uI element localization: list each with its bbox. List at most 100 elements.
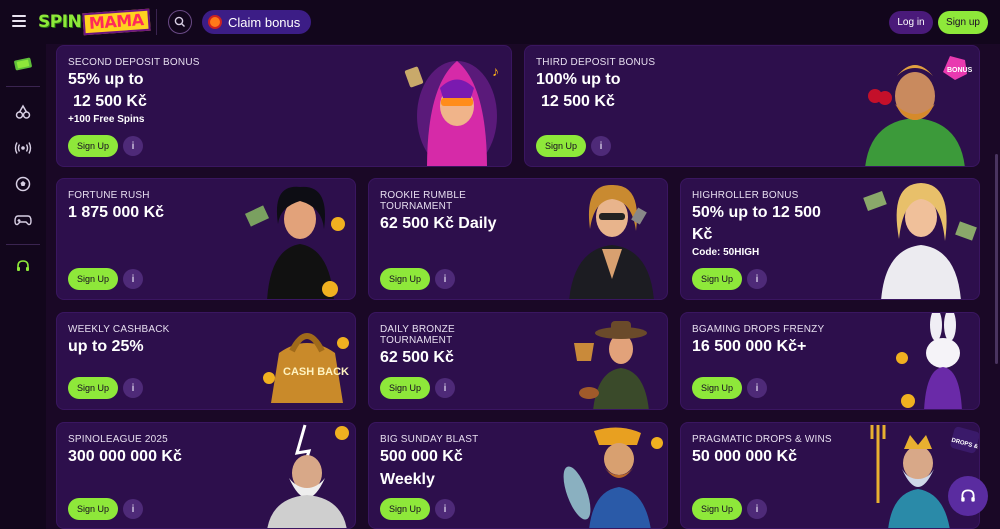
- cherry-icon[interactable]: [13, 102, 33, 122]
- info-icon[interactable]: i: [123, 269, 143, 289]
- sidebar: [0, 44, 46, 529]
- live-icon[interactable]: [13, 138, 33, 158]
- svg-text:♪: ♪: [492, 63, 499, 79]
- card-signup-button[interactable]: Sign Up: [536, 135, 586, 157]
- football-icon[interactable]: [13, 174, 33, 194]
- card-headline: up to 25%: [68, 338, 144, 355]
- info-icon[interactable]: i: [123, 136, 143, 156]
- info-icon[interactable]: i: [747, 269, 767, 289]
- promo-card-fortune-rush[interactable]: FORTUNE RUSH 1 875 000 Kč Sign Up i: [56, 178, 356, 300]
- card-promo-code: Code: 50HIGH: [692, 247, 760, 258]
- sidebar-separator: [6, 244, 40, 245]
- cashback-art-text: CASH BACK: [283, 366, 349, 378]
- card-title: SECOND DEPOSIT BONUS: [68, 57, 200, 68]
- card-title-line2: TOURNAMENT: [380, 201, 453, 212]
- logo-spin-text: SPIN: [38, 12, 82, 32]
- promo-card-highroller[interactable]: HIGHROLLER BONUS 50% up to 12 500 Kč Cod…: [680, 178, 980, 300]
- promo-card-daily-bronze[interactable]: DAILY BRONZE TOURNAMENT 62 500 Kč Sign U…: [368, 312, 668, 410]
- card-headline: 12 500 Kč: [541, 93, 615, 110]
- card-title: DAILY BRONZE: [380, 324, 455, 335]
- card-headline: 50 000 000 Kč: [692, 448, 797, 465]
- sidebar-separator: [6, 86, 40, 87]
- cashback-bag-illustration: CASH BACK: [263, 333, 349, 403]
- promo-card-bgaming-drops[interactable]: BGAMING DROPS FRENZY 16 500 000 Kč+ Sign…: [680, 312, 980, 410]
- card-signup-button[interactable]: Sign Up: [68, 135, 118, 157]
- svg-text:BONUS: BONUS: [947, 67, 973, 74]
- promo-card-spinoleague[interactable]: SPINOLEAGUE 2025 300 000 000 Kč Sign Up …: [56, 422, 356, 529]
- card-subline: +100 Free Spins: [68, 114, 145, 125]
- promo-card-weekly-cashback[interactable]: WEEKLY CASHBACK up to 25% Sign Up i CASH…: [56, 312, 356, 410]
- card-title: THIRD DEPOSIT BONUS: [536, 57, 656, 68]
- rabbit-illustration: [896, 313, 962, 409]
- promo-card-third-deposit[interactable]: THIRD DEPOSIT BONUS 100% up to 12 500 Kč…: [524, 45, 980, 167]
- claim-bonus-label: Claim bonus: [228, 14, 301, 30]
- claim-bonus-button[interactable]: Claim bonus: [202, 10, 312, 34]
- woman-with-money-illustration: [244, 186, 345, 299]
- info-icon[interactable]: i: [747, 378, 767, 398]
- hooded-girl-illustration: ♪: [404, 61, 499, 166]
- search-button[interactable]: [168, 10, 192, 34]
- live-support-button[interactable]: [948, 476, 988, 516]
- login-button[interactable]: Log in: [889, 11, 933, 34]
- card-headline: 62 500 Kč Daily: [380, 215, 497, 232]
- promo-card-rookie-rumble[interactable]: ROOKIE RUMBLE TOURNAMENT 62 500 Kč Daily…: [368, 178, 668, 300]
- promo-icon[interactable]: [13, 54, 33, 74]
- card-title: BGAMING DROPS FRENZY: [692, 324, 825, 335]
- card-title: SPINOLEAGUE 2025: [68, 434, 168, 445]
- site-logo[interactable]: SPIN MAMA: [38, 8, 151, 36]
- card-title: HIGHROLLER BONUS: [692, 190, 799, 201]
- card-headline: 100% up to: [536, 71, 621, 88]
- card-signup-button[interactable]: Sign Up: [68, 377, 118, 399]
- card-signup-button[interactable]: Sign Up: [380, 377, 430, 399]
- headset-icon: [961, 489, 975, 502]
- signup-button[interactable]: Sign up: [938, 11, 988, 34]
- card-signup-button[interactable]: Sign Up: [692, 377, 742, 399]
- card-signup-button[interactable]: Sign Up: [692, 498, 742, 520]
- card-headline: Kč: [692, 226, 713, 243]
- card-headline: 55% up to: [68, 71, 144, 88]
- gift-icon: [208, 15, 222, 29]
- headset-icon[interactable]: [13, 256, 33, 276]
- page-scrollbar[interactable]: [995, 154, 998, 364]
- card-signup-button[interactable]: Sign Up: [68, 268, 118, 290]
- card-title: WEEKLY CASHBACK: [68, 324, 170, 335]
- logo-mama-text: MAMA: [82, 8, 151, 36]
- card-title: BIG SUNDAY BLAST: [380, 434, 479, 445]
- info-icon[interactable]: i: [435, 499, 455, 519]
- card-signup-button[interactable]: Sign Up: [380, 268, 430, 290]
- card-headline: Weekly: [380, 471, 435, 488]
- zeus-illustration: [267, 424, 349, 528]
- promo-card-pragmatic-drops[interactable]: PRAGMATIC DROPS & WINS 50 000 000 Kč Sig…: [680, 422, 980, 529]
- search-icon: [174, 16, 185, 27]
- card-title: ROOKIE RUMBLE: [380, 190, 466, 201]
- info-icon[interactable]: i: [123, 499, 143, 519]
- info-icon[interactable]: i: [435, 378, 455, 398]
- card-signup-button[interactable]: Sign Up: [68, 498, 118, 520]
- blonde-woman-in-white-suit-illustration: [863, 183, 977, 299]
- card-headline: 50% up to 12 500: [692, 204, 821, 221]
- card-headline: 12 500 Kč: [73, 93, 147, 110]
- gamepad-icon[interactable]: [13, 210, 33, 230]
- info-icon[interactable]: i: [591, 136, 611, 156]
- info-icon[interactable]: i: [747, 499, 767, 519]
- bearded-man-illustration: BONUS: [865, 56, 973, 166]
- promo-card-big-sunday[interactable]: BIG SUNDAY BLAST 500 000 Kč Weekly Sign …: [368, 422, 668, 529]
- card-signup-button[interactable]: Sign Up: [380, 498, 430, 520]
- woman-in-leather-jacket-illustration: [569, 184, 654, 299]
- card-headline: 1 875 000 Kč: [68, 204, 165, 221]
- card-headline: 16 500 000 Kč+: [692, 338, 807, 355]
- card-headline: 300 000 000 Kč: [68, 448, 182, 465]
- card-title-line2: TOURNAMENT: [380, 335, 453, 346]
- promo-card-second-deposit[interactable]: SECOND DEPOSIT BONUS 55% up to 12 500 Kč…: [56, 45, 512, 167]
- info-icon[interactable]: i: [435, 269, 455, 289]
- cowgirl-with-trophy-illustration: [574, 321, 649, 409]
- card-headline: 62 500 Kč: [380, 349, 454, 366]
- card-signup-button[interactable]: Sign Up: [692, 268, 742, 290]
- card-title: PRAGMATIC DROPS & WINS: [692, 434, 832, 445]
- menu-icon[interactable]: [12, 15, 26, 27]
- info-icon[interactable]: i: [123, 378, 143, 398]
- card-headline: 500 000 Kč: [380, 448, 463, 465]
- fisherman-illustration: [563, 427, 663, 528]
- header-divider: [156, 9, 157, 35]
- card-title: FORTUNE RUSH: [68, 190, 150, 201]
